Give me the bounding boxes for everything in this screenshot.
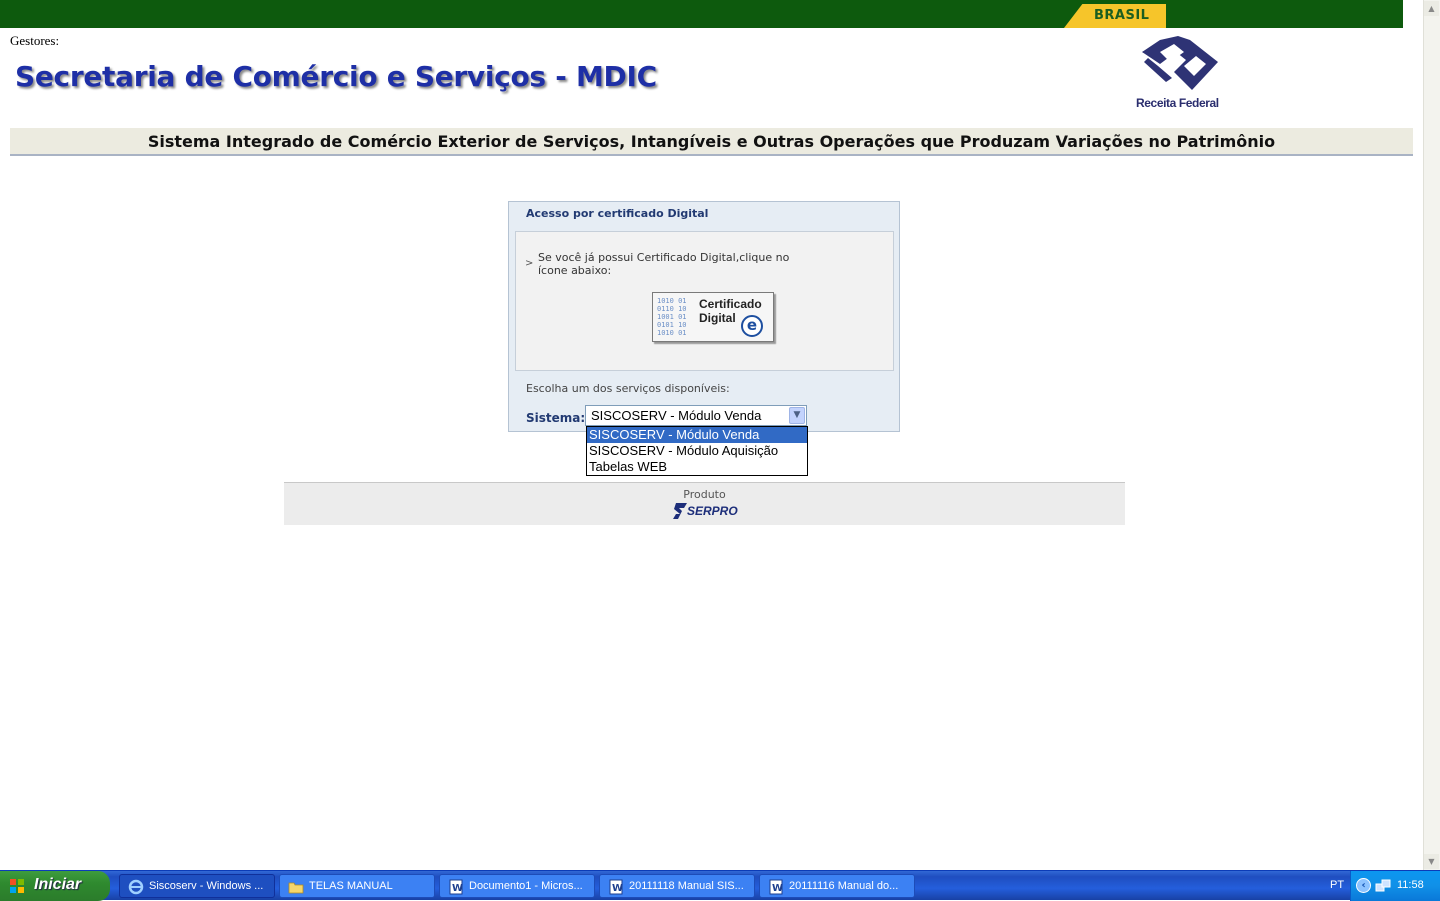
- serpro-logo: SERPRO: [672, 502, 742, 520]
- start-button[interactable]: Iniciar: [0, 871, 110, 901]
- word-document-icon: W: [609, 879, 623, 895]
- taskbar-item-documento1[interactable]: W Documento1 - Micros...: [439, 874, 595, 898]
- services-label: Escolha um dos serviços disponíveis:: [526, 382, 730, 395]
- access-panel: Acesso por certificado Digital > Se você…: [508, 201, 900, 432]
- top-banner: BRASIL: [0, 0, 1403, 28]
- sistema-select-value: SISCOSERV - Módulo Venda: [591, 408, 762, 423]
- taskbar-item-telas-manual[interactable]: TELAS MANUAL: [279, 874, 435, 898]
- start-label: Iniciar: [34, 876, 82, 893]
- system-title-bar: Sistema Integrado de Comércio Exterior d…: [10, 128, 1413, 156]
- certificate-box: > Se você já possui Certificado Digital,…: [515, 231, 894, 371]
- serpro-label: SERPRO: [687, 504, 738, 518]
- e-certificate-icon: e: [741, 315, 763, 337]
- taskbar-item-manual-20111116[interactable]: W 20111116 Manual do...: [759, 874, 915, 898]
- taskbar-item-label: Documento1 - Micros...: [469, 880, 583, 892]
- serpro-s-icon: [673, 503, 687, 519]
- clock: 11:58: [1397, 879, 1424, 891]
- language-indicator[interactable]: PT: [1330, 879, 1344, 891]
- option-tabelas-web[interactable]: Tabelas WEB: [587, 459, 807, 475]
- receita-federal-logo: Receita Federal: [1130, 32, 1230, 114]
- binary-pattern-icon: 1010 01 0110 10 1001 01 0101 10 1010 01: [657, 297, 687, 337]
- produto-label: Produto: [683, 488, 726, 501]
- receita-federal-label: Receita Federal: [1136, 96, 1219, 110]
- windows-flag-icon: [10, 879, 24, 893]
- bullet-arrow-icon: >: [525, 258, 534, 269]
- option-siscoserv-aquisicao[interactable]: SISCOSERV - Módulo Aquisição: [587, 443, 807, 459]
- scroll-up-arrow-icon[interactable]: ▲: [1424, 1, 1439, 16]
- taskbar-item-label: Siscoserv - Windows ...: [149, 880, 264, 892]
- svg-text:W: W: [612, 883, 623, 894]
- sistema-dropdown-list: SISCOSERV - Módulo Venda SISCOSERV - Mód…: [586, 426, 808, 476]
- chevron-down-icon[interactable]: ▼: [789, 407, 805, 424]
- taskbar-item-label: TELAS MANUAL: [309, 880, 393, 892]
- svg-text:W: W: [452, 883, 463, 894]
- sistema-select[interactable]: SISCOSERV - Módulo Venda ▼: [585, 405, 807, 426]
- network-connection-icon[interactable]: [1375, 878, 1391, 894]
- taskbar-item-label: 20111116 Manual do...: [789, 880, 899, 892]
- system-title: Sistema Integrado de Comércio Exterior d…: [147, 132, 1276, 151]
- svg-text:W: W: [772, 883, 783, 894]
- digital-certificate-button[interactable]: 1010 01 0110 10 1001 01 0101 10 1010 01 Cert…: [652, 292, 774, 342]
- page-title: Secretaria de Comércio e Serviços - MDIC: [15, 60, 657, 93]
- receita-federal-emblem-icon: [1142, 36, 1218, 90]
- vertical-scrollbar[interactable]: [1423, 0, 1440, 870]
- footer: Produto SERPRO: [284, 482, 1125, 525]
- taskbar-item-label: 20111118 Manual SIS...: [629, 880, 744, 892]
- brasil-label: BRASIL: [1094, 8, 1150, 23]
- folder-icon: [288, 882, 304, 894]
- option-siscoserv-venda[interactable]: SISCOSERV - Módulo Venda: [587, 427, 807, 443]
- gestores-label: Gestores:: [10, 33, 60, 48]
- word-document-icon: W: [449, 879, 463, 895]
- brasil-badge[interactable]: BRASIL: [1064, 4, 1166, 28]
- sistema-label: Sistema:: [526, 411, 586, 425]
- certificate-instruction: Se você já possui Certificado Digital,cl…: [538, 251, 790, 277]
- word-document-icon: W: [769, 879, 783, 895]
- access-panel-heading: Acesso por certificado Digital: [526, 207, 709, 220]
- taskbar-item-siscoserv[interactable]: Siscoserv - Windows ...: [119, 874, 275, 898]
- internet-explorer-icon: [128, 879, 144, 895]
- taskbar: Iniciar Siscoserv - Windows ... TELAS MA…: [0, 870, 1440, 901]
- taskbar-item-manual-20111118[interactable]: W 20111118 Manual SIS...: [599, 874, 755, 898]
- scroll-down-arrow-icon[interactable]: ▼: [1424, 854, 1439, 869]
- show-hidden-icons-icon[interactable]: ‹: [1356, 878, 1371, 893]
